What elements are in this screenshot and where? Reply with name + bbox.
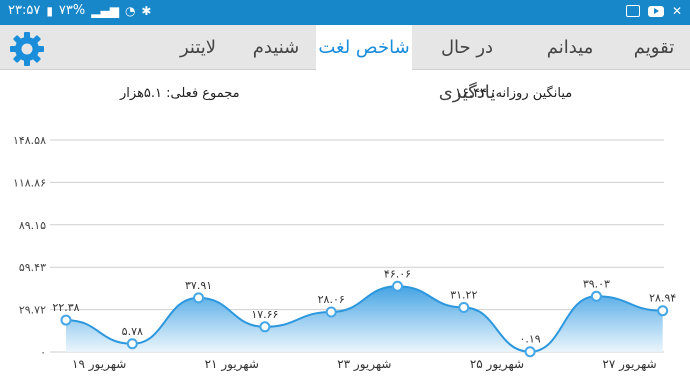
x-tick-label: ۲۷ شهریور xyxy=(602,357,656,372)
data-point xyxy=(657,305,669,317)
data-point xyxy=(259,321,271,333)
tab-word-index[interactable]: شاخص لغت xyxy=(316,25,412,70)
y-tick-label: ۸۹.۱۵ xyxy=(19,219,46,232)
image-icon xyxy=(625,5,640,17)
y-tick-label: ۱۴۸.۵۸ xyxy=(13,134,46,147)
x-tick-label: ۲۱ شهریور xyxy=(205,357,259,372)
status-notifications: ✕ xyxy=(625,4,682,18)
bluetooth-icon: ✱ xyxy=(141,3,152,18)
data-label: ۳۱.۲۲ xyxy=(450,288,477,301)
data-point xyxy=(458,301,470,313)
word-index-chart: ۰ ۲۹.۷۲ ۵۹.۴۳ ۸۹.۱۵ ۱۱۸.۸۶ ۱۴۸.۵۸ ۲۲.۳۸ ۵.۷۸ ۳۷.… xyxy=(13,134,676,372)
data-label: ۲۸.۰۶ xyxy=(318,293,345,306)
data-point xyxy=(392,280,403,292)
signal-icon: ▂▄▆ xyxy=(91,3,119,18)
status-bar: ۲۳:۵۷ ▮ ۷۳% ▂▄▆ ◔ ✱ ✕ xyxy=(0,0,690,25)
data-label: ۲۲.۳۸ xyxy=(52,301,79,314)
data-label: ۱۷.۶۶ xyxy=(251,308,278,321)
data-label: ۴۶.۰۶ xyxy=(384,267,411,280)
daily-average: میانگین روزانه: ۱۶.۴۴ xyxy=(455,86,573,101)
actual-total: مجموع فعلی: ۵.۱هزار xyxy=(120,86,240,101)
data-point xyxy=(590,290,602,302)
tab-leitner[interactable]: لایتنر xyxy=(160,25,236,70)
y-tick-label: ۰ xyxy=(40,346,46,359)
series-area xyxy=(66,286,663,352)
tab-known[interactable]: میدانم xyxy=(522,25,618,70)
tab-bar: تقویم میدانم در حال یادگیری شاخص لغت شنی… xyxy=(0,25,690,103)
data-label: ۲۸.۹۴ xyxy=(649,292,676,305)
x-tick-label: ۱۹ شهریور xyxy=(72,357,126,372)
tab-heard[interactable]: شنیدم xyxy=(236,25,316,70)
y-tick-label: ۲۹.۷۲ xyxy=(19,304,46,317)
data-label: ۳۹.۰۳ xyxy=(583,277,610,290)
battery-percent: ۷۳% xyxy=(58,3,86,18)
battery-icon: ▮ xyxy=(46,3,53,18)
settings-gear-icon[interactable] xyxy=(9,31,45,67)
clock: ۲۳:۵۷ xyxy=(8,3,41,18)
tab-calendar[interactable]: تقویم xyxy=(618,25,690,70)
x-tick-label: ۲۳ شهریور xyxy=(337,357,391,372)
status-left: ۲۳:۵۷ ▮ ۷۳% ▂▄▆ ◔ ✱ xyxy=(8,3,151,18)
y-tick-label: ۵۹.۴۳ xyxy=(19,261,46,274)
y-tick-label: ۱۱۸.۸۶ xyxy=(13,176,46,189)
data-point xyxy=(325,306,337,318)
youtube-icon xyxy=(647,5,664,17)
x-tick-label: ۲۵ شهریور xyxy=(470,357,524,372)
data-point xyxy=(60,314,72,326)
data-point xyxy=(193,292,205,304)
tab-learning[interactable]: در حال یادگیری xyxy=(412,25,522,103)
data-label: ۰.۱۹ xyxy=(519,333,540,346)
wifi-icon: ◔ xyxy=(124,3,136,18)
data-label: ۳۷.۹۱ xyxy=(185,279,212,292)
x-icon: ✕ xyxy=(671,4,682,18)
data-label: ۵.۷۸ xyxy=(122,325,143,338)
data-point xyxy=(524,346,536,358)
data-point xyxy=(126,338,138,350)
